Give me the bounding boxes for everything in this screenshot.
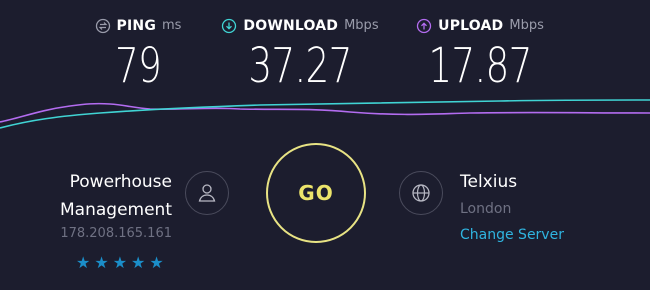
upload-value: 17.87 <box>428 38 532 94</box>
isp-info: Powerhouse Management 178.208.165.161 <box>30 168 172 241</box>
upload-label: UPLOAD <box>438 18 504 34</box>
download-unit: Mbps <box>344 18 379 33</box>
upload-metric: UPLOAD Mbps 17.87 <box>405 16 555 92</box>
ping-metric: PING ms 79 <box>88 16 188 92</box>
isp-name-line2: Management <box>60 200 172 220</box>
ping-icon <box>95 18 110 34</box>
download-label: DOWNLOAD <box>243 18 339 34</box>
go-button[interactable]: GO <box>266 143 366 243</box>
upload-header: UPLOAD Mbps <box>405 16 555 36</box>
ping-header: PING ms <box>88 16 188 36</box>
upload-unit: Mbps <box>509 18 544 33</box>
upload-arrow-icon <box>416 18 432 34</box>
download-arrow-icon <box>222 18 237 34</box>
server-location: London <box>460 201 512 217</box>
server-name: Telxius <box>460 172 518 192</box>
change-server-link[interactable]: Change Server <box>460 224 564 246</box>
download-value: 37.27 <box>248 38 352 94</box>
globe-icon <box>412 184 430 202</box>
person-icon <box>198 184 216 202</box>
ping-unit: ms <box>162 18 182 33</box>
speed-graph <box>0 99 650 129</box>
user-icon <box>185 171 229 215</box>
server-globe-icon <box>399 171 443 215</box>
ping-value: 79 <box>114 38 162 94</box>
isp-ip: 178.208.165.161 <box>60 226 172 241</box>
ping-label: PING <box>116 18 157 34</box>
isp-rating-stars[interactable]: ★★★★★ <box>76 253 168 272</box>
server-info: Telxius London Change Server <box>460 168 564 246</box>
download-header: DOWNLOAD Mbps <box>210 16 390 36</box>
isp-name-line1: Powerhouse <box>69 172 172 192</box>
download-metric: DOWNLOAD Mbps 37.27 <box>210 16 390 92</box>
